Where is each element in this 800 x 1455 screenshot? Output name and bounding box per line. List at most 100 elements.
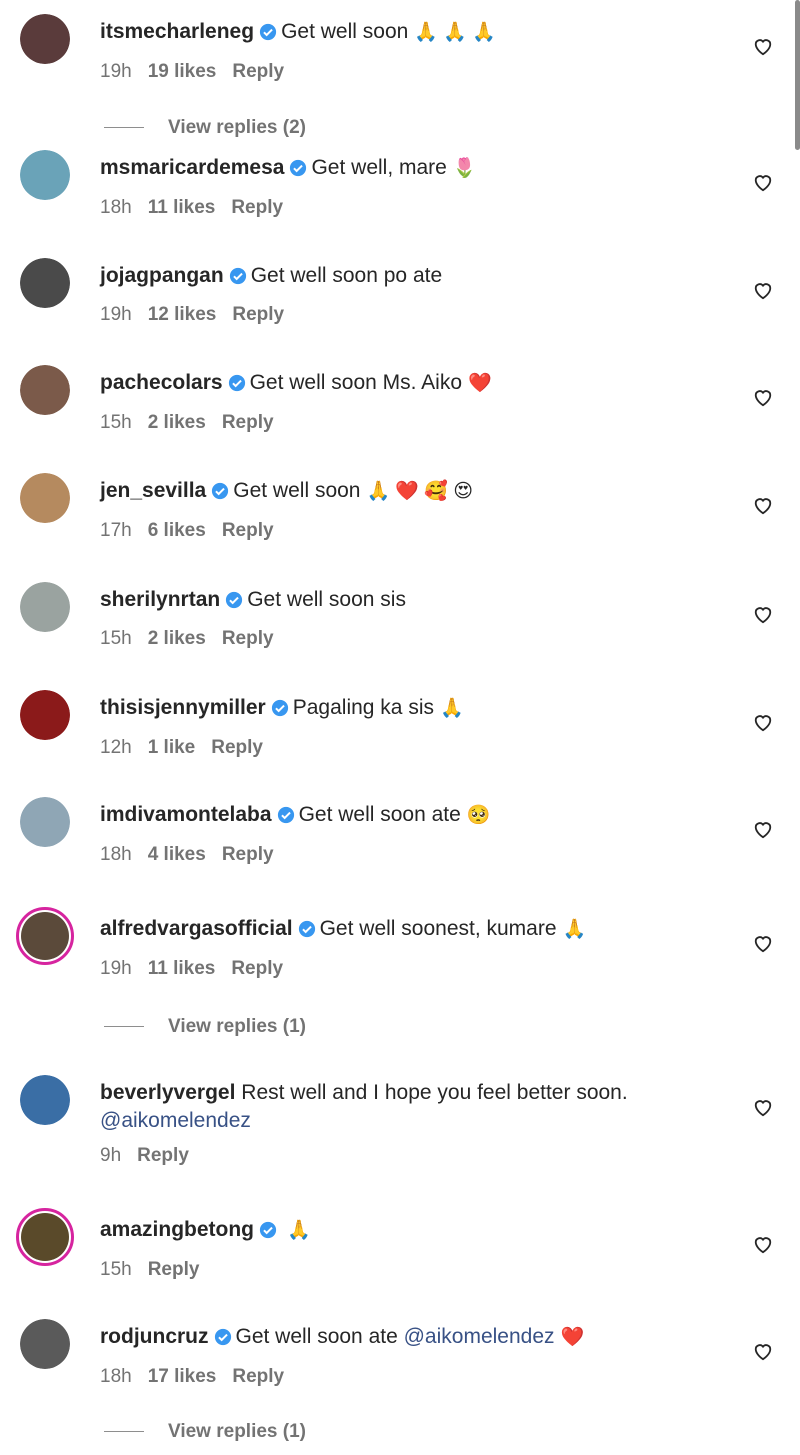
avatar[interactable] xyxy=(20,1075,70,1125)
heart-outline-icon[interactable] xyxy=(752,495,774,515)
comment-username[interactable]: beverlyvergel xyxy=(100,1081,235,1104)
heart-outline-icon[interactable] xyxy=(752,933,774,953)
view-replies-button[interactable]: View replies (1) xyxy=(104,1016,306,1038)
comment-time: 19h xyxy=(100,61,132,82)
comment-time: 19h xyxy=(100,958,132,979)
comment-username[interactable]: jen_sevilla xyxy=(100,479,206,502)
mention-link[interactable]: @aikomelendez xyxy=(404,1325,555,1348)
verified-badge-icon xyxy=(214,1328,231,1346)
comment-text: Get well soon Ms. Aiko xyxy=(249,371,462,394)
reply-button[interactable]: Reply xyxy=(222,844,274,865)
avatar[interactable] xyxy=(20,365,70,415)
divider-line xyxy=(104,1026,144,1028)
verified-badge-icon xyxy=(229,267,246,285)
heart-outline-icon[interactable] xyxy=(752,387,774,407)
comment-likes[interactable]: 19 likes xyxy=(148,61,217,82)
comment-username[interactable]: imdivamontelaba xyxy=(100,803,272,826)
comment-text: Get well soon ate xyxy=(298,803,461,826)
comment-username[interactable]: sherilynrtan xyxy=(100,588,220,611)
comment-username[interactable]: itsmecharleneg xyxy=(100,20,254,43)
reply-button[interactable]: Reply xyxy=(232,304,284,325)
verified-badge-icon xyxy=(228,374,245,392)
comment-time: 18h xyxy=(100,197,132,218)
view-replies-label: View replies (1) xyxy=(168,1016,306,1037)
heart-outline-icon[interactable] xyxy=(752,712,774,732)
avatar[interactable] xyxy=(20,1319,70,1369)
comment-likes[interactable]: 2 likes xyxy=(148,628,206,649)
comment-likes[interactable]: 11 likes xyxy=(148,197,216,218)
scrollbar[interactable] xyxy=(795,0,800,150)
verified-badge-icon xyxy=(298,920,315,938)
verified-badge-icon xyxy=(259,1221,277,1239)
comment-text: Get well soonest, kumare xyxy=(319,917,557,940)
avatar[interactable] xyxy=(20,473,70,523)
reply-button[interactable]: Reply xyxy=(211,737,263,758)
comment-username[interactable]: amazingbetong xyxy=(100,1218,254,1241)
reply-button[interactable]: Reply xyxy=(222,520,274,541)
comment-emoji: 🙏 ❤️ 🥰 😍 xyxy=(366,481,474,502)
comment-time: 18h xyxy=(100,844,132,865)
comment-time: 15h xyxy=(100,412,132,433)
comment-text: Pagaling ka sis xyxy=(292,696,434,719)
heart-outline-icon[interactable] xyxy=(752,280,774,300)
comment-text: Get well soon ate xyxy=(235,1325,398,1348)
reply-button[interactable]: Reply xyxy=(231,958,283,979)
avatar[interactable] xyxy=(16,907,74,965)
comment-emoji: 🙏 xyxy=(439,698,464,719)
comment-emoji: ❤️ xyxy=(560,1327,585,1348)
avatar[interactable] xyxy=(20,14,70,64)
view-replies-button[interactable]: View replies (1) xyxy=(104,1421,306,1443)
reply-button[interactable]: Reply xyxy=(222,412,274,433)
comment-likes[interactable]: 4 likes xyxy=(148,844,206,865)
comment-emoji: 🌷 xyxy=(452,158,477,179)
comment-text: Get well soon xyxy=(281,20,409,43)
reply-button[interactable]: Reply xyxy=(231,197,283,218)
comment-username[interactable]: jojagpangan xyxy=(100,264,224,287)
heart-outline-icon[interactable] xyxy=(752,36,774,56)
reply-button[interactable]: Reply xyxy=(232,1366,284,1387)
verified-badge-icon xyxy=(271,699,288,717)
comment-text: Rest well and I hope you feel better soo… xyxy=(241,1081,628,1104)
avatar[interactable] xyxy=(20,150,70,200)
heart-outline-icon[interactable] xyxy=(752,604,774,624)
comment-username[interactable]: rodjuncruz xyxy=(100,1325,209,1348)
comment-time: 19h xyxy=(100,304,132,325)
heart-outline-icon[interactable] xyxy=(752,172,774,192)
reply-button[interactable]: Reply xyxy=(222,628,274,649)
heart-outline-icon[interactable] xyxy=(752,819,774,839)
comment-username[interactable]: alfredvargasofficial xyxy=(100,917,293,940)
comment-username[interactable]: thisisjennymiller xyxy=(100,696,266,719)
comment-time: 12h xyxy=(100,737,132,758)
heart-outline-icon[interactable] xyxy=(752,1234,774,1254)
avatar[interactable] xyxy=(20,797,70,847)
reply-button[interactable]: Reply xyxy=(137,1145,189,1166)
avatar[interactable] xyxy=(20,258,70,308)
verified-badge-icon xyxy=(226,591,243,609)
divider-line xyxy=(104,127,144,129)
comment-likes[interactable]: 2 likes xyxy=(148,412,206,433)
mention-link[interactable]: @aikomelendez xyxy=(100,1109,251,1132)
comment-likes[interactable]: 12 likes xyxy=(148,304,217,325)
comment-likes[interactable]: 1 like xyxy=(148,737,196,758)
avatar[interactable] xyxy=(16,1208,74,1266)
heart-outline-icon[interactable] xyxy=(752,1341,774,1361)
comment-likes[interactable]: 11 likes xyxy=(148,958,216,979)
comment-likes[interactable]: 17 likes xyxy=(148,1366,217,1387)
comment-time: 15h xyxy=(100,628,132,649)
view-replies-button[interactable]: View replies (2) xyxy=(104,117,306,139)
comment-likes[interactable]: 6 likes xyxy=(148,520,206,541)
reply-button[interactable]: Reply xyxy=(148,1259,200,1280)
avatar[interactable] xyxy=(20,582,70,632)
comment-emoji: ❤️ xyxy=(468,373,492,394)
comment-username[interactable]: msmaricardemesa xyxy=(100,156,284,179)
comment-emoji: 🙏 xyxy=(562,919,587,940)
avatar[interactable] xyxy=(20,690,70,740)
reply-button[interactable]: Reply xyxy=(232,61,284,82)
view-replies-label: View replies (1) xyxy=(168,1421,306,1442)
verified-badge-icon xyxy=(277,806,294,824)
comment-text: Get well soon xyxy=(233,479,361,502)
comment-time: 15h xyxy=(100,1259,132,1280)
verified-badge-icon xyxy=(259,23,277,41)
comment-username[interactable]: pachecolars xyxy=(100,371,223,394)
heart-outline-icon[interactable] xyxy=(752,1097,774,1117)
